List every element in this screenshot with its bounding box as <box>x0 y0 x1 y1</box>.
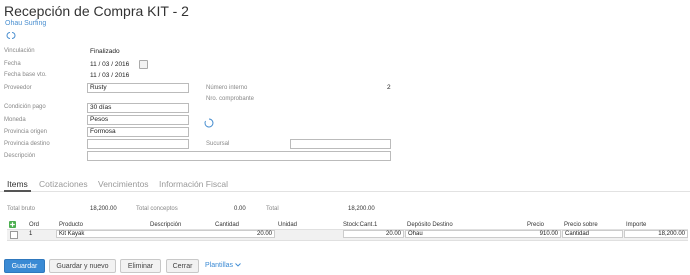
numero-interno-value: 2 <box>387 84 391 91</box>
col-deposito: Depósito Destino <box>407 222 453 228</box>
total-conceptos-label: Total conceptos <box>136 206 178 212</box>
cell-ord: 1 <box>29 231 33 237</box>
cell-importe[interactable]: 18,200.00 <box>650 231 685 237</box>
fecha-year[interactable]: 2016 <box>115 61 129 68</box>
nro-comprobante-label: Nro. comprobante <box>206 96 255 102</box>
tab-divider <box>0 191 690 192</box>
add-row-icon[interactable] <box>9 221 16 228</box>
fecha-label: Fecha <box>4 61 21 67</box>
col-precio-sobre: Precio sobre <box>564 222 598 228</box>
loading-spinner-icon <box>204 115 214 133</box>
fecha-base-label: Fecha base vto. <box>4 72 47 78</box>
provincia-origen-label: Provincia origen <box>4 129 48 135</box>
proveedor-input[interactable]: Rusty <box>87 83 189 93</box>
fecha-month[interactable]: 03 <box>102 61 109 68</box>
fecha-base-year[interactable]: 2016 <box>115 72 129 79</box>
moneda-input[interactable]: Pesos <box>87 115 189 125</box>
moneda-label: Moneda <box>4 117 26 123</box>
tab-active-indicator <box>4 190 31 192</box>
col-precio: Precio <box>527 222 545 228</box>
col-descripcion: Descripción <box>150 222 182 228</box>
page-title: Recepción de Compra KIT - 2 <box>4 3 189 19</box>
tab-items[interactable]: Items <box>7 179 28 189</box>
company-link[interactable]: Ohau Surfing <box>5 20 46 27</box>
sucursal-label: Sucursal <box>206 141 230 147</box>
fecha-day[interactable]: 11 <box>90 61 97 68</box>
total-bruto-value: 18,200.00 <box>90 206 117 212</box>
fecha-field[interactable]: 11 / 03 / 2016 <box>90 61 129 68</box>
row-checkbox[interactable] <box>10 231 18 239</box>
descripcion-input[interactable] <box>87 151 391 161</box>
provincia-destino-input[interactable] <box>87 139 189 149</box>
guardar-y-nuevo-button[interactable]: Guardar y nuevo <box>49 259 116 273</box>
plantillas-dropdown[interactable]: Plantillas <box>205 262 241 269</box>
cell-cantidad[interactable]: 20.00 <box>250 231 272 237</box>
cell-deposito[interactable]: Ohau <box>408 231 423 237</box>
col-ord: Ord <box>29 222 40 228</box>
eliminar-button[interactable]: Eliminar <box>120 259 161 273</box>
cell-stock[interactable]: 20.00 <box>379 231 401 237</box>
cerrar-button[interactable]: Cerrar <box>166 259 199 273</box>
col-stock: Stock:Cant.1 <box>343 222 378 228</box>
tab-informacion-fiscal[interactable]: Información Fiscal <box>159 179 228 189</box>
proveedor-label: Proveedor <box>4 85 32 91</box>
total-value: 18,200.00 <box>348 206 375 212</box>
numero-interno-label: Número interno <box>206 85 248 91</box>
refresh-icon[interactable] <box>5 31 17 42</box>
col-cantidad: Cantidad <box>215 222 240 228</box>
vinculacion-value: Finalizado <box>90 48 120 55</box>
tab-cotizaciones[interactable]: Cotizaciones <box>39 179 88 189</box>
provincia-destino-label: Provincia destino <box>4 141 50 147</box>
cell-producto[interactable]: Kit Kayak <box>59 231 84 237</box>
fecha-base-day[interactable]: 11 <box>90 72 97 79</box>
total-bruto-label: Total bruto <box>7 206 36 212</box>
cell-precio-sobre[interactable]: Cantidad <box>565 231 589 237</box>
provincia-origen-input[interactable]: Formosa <box>87 127 189 137</box>
descripcion-label: Descripción <box>4 153 36 159</box>
col-producto: Producto <box>59 222 84 228</box>
fecha-base-field[interactable]: 11 / 03 / 2016 <box>90 72 129 79</box>
total-conceptos-value: 0.00 <box>234 206 246 212</box>
calendar-icon[interactable] <box>139 60 148 69</box>
condicion-pago-input[interactable]: 30 días <box>87 103 189 113</box>
fecha-base-month[interactable]: 03 <box>102 72 109 79</box>
condicion-pago-label: Condición pago <box>4 104 46 110</box>
producto-cell-box <box>56 230 275 238</box>
sucursal-input[interactable] <box>290 139 391 149</box>
plantillas-label[interactable]: Plantillas <box>205 262 233 269</box>
guardar-button[interactable]: Guardar <box>4 259 45 273</box>
col-importe: Importe <box>626 222 647 228</box>
total-label: Total <box>266 206 279 212</box>
cell-precio[interactable]: 910.00 <box>528 231 558 237</box>
col-unidad: Unidad <box>278 222 298 228</box>
chevron-down-icon <box>235 263 241 267</box>
vinculacion-label: Vinculación <box>4 48 35 54</box>
tab-vencimientos[interactable]: Vencimientos <box>98 179 149 189</box>
